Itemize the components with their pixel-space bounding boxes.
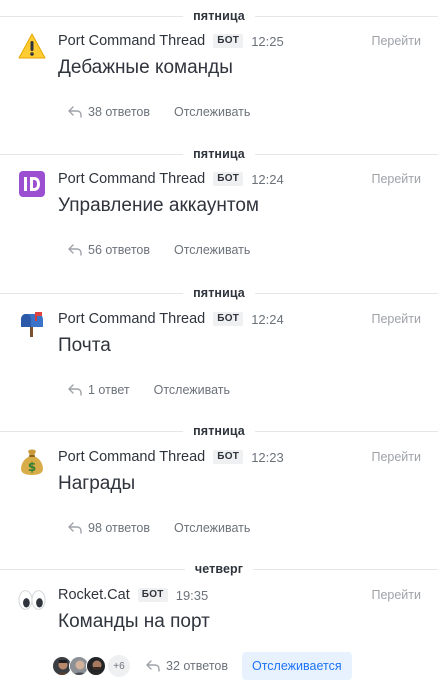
replies-count: 98 ответов [88, 521, 150, 535]
replies-button[interactable]: 1 ответ [68, 383, 130, 397]
message-header: Port Command Thread БОТ 12:25 [58, 32, 284, 50]
author-name[interactable]: Port Command Thread [58, 449, 205, 465]
bot-badge: БОТ [213, 34, 244, 48]
bot-badge: БОТ [213, 312, 244, 326]
id-emoji-icon [18, 170, 46, 198]
reply-icon [68, 522, 82, 534]
following-button[interactable]: Отслеживается [242, 652, 352, 680]
goto-link[interactable]: Перейти [371, 588, 421, 602]
day-separator: пятница [0, 423, 438, 439]
warning-emoji-icon [18, 32, 46, 60]
goto-link[interactable]: Перейти [371, 312, 421, 326]
replies-count: 38 ответов [88, 105, 150, 119]
participants-avatars[interactable]: +6 [52, 655, 130, 677]
follow-button[interactable]: Отслеживать [174, 521, 250, 535]
thread-title: Награды [58, 473, 136, 494]
participant-avatar [86, 656, 106, 676]
day-separator: пятница [0, 285, 438, 301]
follow-button[interactable]: Отслеживать [154, 383, 230, 397]
author-name[interactable]: Rocket.Cat [58, 587, 130, 603]
thread-actions: +6 32 ответов Отслеживается [52, 652, 352, 680]
timestamp[interactable]: 12:23 [251, 450, 284, 465]
thread-actions: 38 ответов Отслеживать [58, 98, 250, 126]
thread-item[interactable]: $ Port Command Thread БОТ 12:23 Перейти … [0, 448, 438, 548]
replies-count: 32 ответов [166, 659, 228, 673]
author-name[interactable]: Port Command Thread [58, 311, 205, 327]
day-label: пятница [183, 8, 255, 24]
replies-count: 56 ответов [88, 243, 150, 257]
replies-button[interactable]: 38 ответов [68, 105, 150, 119]
day-label: пятница [183, 285, 255, 301]
follow-button[interactable]: Отслеживать [174, 105, 250, 119]
author-name[interactable]: Port Command Thread [58, 171, 205, 187]
reply-icon [68, 244, 82, 256]
reply-icon [146, 660, 160, 672]
money-bag-emoji-icon: $ [18, 448, 46, 476]
thread-item[interactable]: Port Command Thread БОТ 12:25 Перейти Де… [0, 32, 438, 132]
goto-link[interactable]: Перейти [371, 34, 421, 48]
thread-feed: пятница Port Command Thread БОТ 12:25 Пе… [0, 0, 438, 692]
replies-button[interactable]: 98 ответов [68, 521, 150, 535]
day-label: пятница [183, 423, 255, 439]
thread-title: Управление аккаунтом [58, 195, 259, 216]
day-separator: пятница [0, 8, 438, 24]
day-label: четверг [184, 561, 254, 577]
message-header: Port Command Thread БОТ 12:24 [58, 170, 284, 188]
replies-count: 1 ответ [88, 383, 130, 397]
replies-button[interactable]: 56 ответов [68, 243, 150, 257]
reply-icon [68, 106, 82, 118]
message-header: Port Command Thread БОТ 12:24 [58, 310, 284, 328]
eyes-emoji-icon [18, 586, 46, 614]
thread-item[interactable]: Port Command Thread БОТ 12:24 Перейти Уп… [0, 170, 438, 270]
thread-actions: 1 ответ Отслеживать [58, 376, 230, 404]
bot-badge: БОТ [213, 450, 244, 464]
thread-title: Почта [58, 335, 111, 356]
author-name[interactable]: Port Command Thread [58, 33, 205, 49]
replies-button[interactable]: 32 ответов [146, 659, 228, 673]
goto-link[interactable]: Перейти [371, 450, 421, 464]
thread-title: Команды на порт [58, 611, 210, 632]
timestamp[interactable]: 12:24 [251, 312, 284, 327]
thread-item[interactable]: Port Command Thread БОТ 12:24 Перейти По… [0, 310, 438, 410]
participants-more: +6 [108, 655, 130, 677]
svg-text:$: $ [28, 460, 36, 474]
message-header: Port Command Thread БОТ 12:23 [58, 448, 284, 466]
bot-badge: БОТ [213, 172, 244, 186]
bot-badge: БОТ [137, 588, 168, 602]
timestamp[interactable]: 19:35 [176, 588, 209, 603]
day-separator: пятница [0, 146, 438, 162]
mailbox-emoji-icon [18, 310, 46, 338]
day-separator: четверг [0, 561, 438, 577]
thread-actions: 98 ответов Отслеживать [58, 514, 250, 542]
message-header: Rocket.Cat БОТ 19:35 [58, 586, 208, 604]
timestamp[interactable]: 12:24 [251, 172, 284, 187]
thread-title: Дебажные команды [58, 57, 233, 78]
day-label: пятница [183, 146, 255, 162]
thread-item[interactable]: Rocket.Cat БОТ 19:35 Перейти Команды на … [0, 586, 438, 686]
goto-link[interactable]: Перейти [371, 172, 421, 186]
reply-icon [68, 384, 82, 396]
thread-actions: 56 ответов Отслеживать [58, 236, 250, 264]
timestamp[interactable]: 12:25 [251, 34, 284, 49]
follow-button[interactable]: Отслеживать [174, 243, 250, 257]
